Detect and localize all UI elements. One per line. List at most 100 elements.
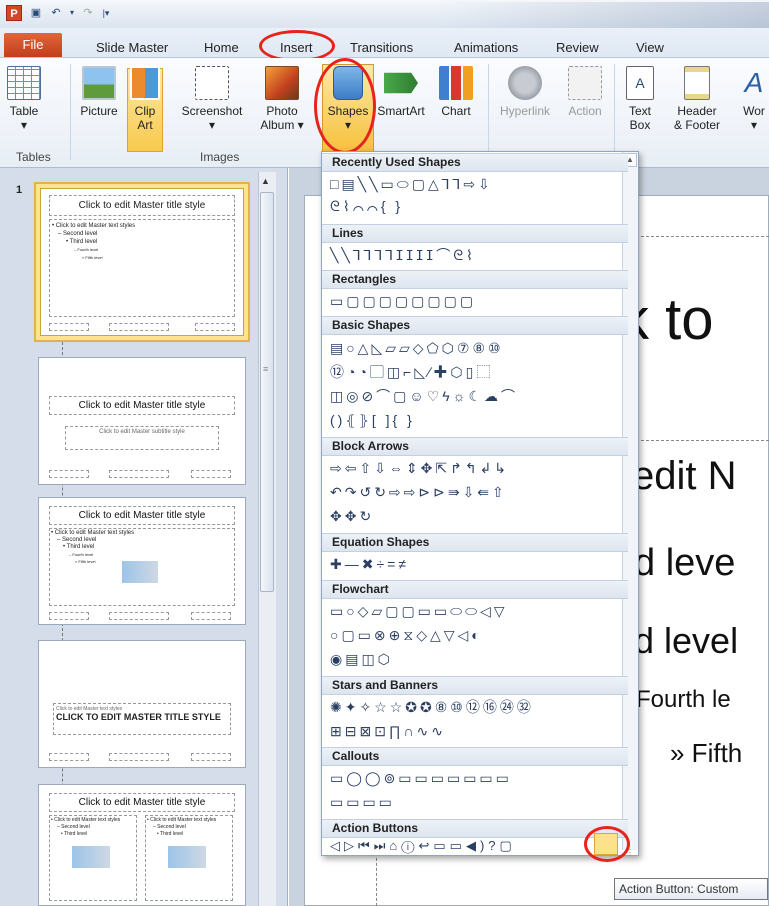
thumbnail-layout-content[interactable]: Click to edit Master title style • Click… [38,497,246,625]
shape-row-flowchart-3[interactable]: ◉▤◫⬡ [330,649,393,669]
shape-row-equation-1[interactable]: ✚—✖÷=≠ [330,554,409,574]
shape-row-arrows-3[interactable]: ✥✥↻ [330,506,374,526]
slide-body-level-3[interactable]: d level [634,620,738,662]
thumbnails-scroll-thumb[interactable] [260,192,274,592]
thumbnail-layout-two-content[interactable]: Click to edit Master title style • Click… [38,784,246,906]
section-equation-shapes: Equation Shapes [322,533,628,552]
content-placeholder-icons [122,561,158,583]
section-flowchart: Flowchart [322,580,628,599]
custom-highlight-circle [584,826,630,862]
tab-slide-master[interactable]: Slide Master [96,40,168,55]
shape-row-callouts-1[interactable]: ▭◯◯⊚▭▭▭▭▭▭▭ [330,768,512,788]
shape-row-action-buttons-1[interactable]: ◁▷⏮⏭⌂ⓘ↩▭▭◀)?▢ [330,836,516,856]
photo-album-label: Photo [266,104,298,118]
resize-grip-icon[interactable]: ⋮ [626,848,634,857]
thumbnail-layout-title[interactable]: Click to edit Master title style Click t… [38,357,246,485]
hyperlink-label: Hyperlink [499,104,550,118]
hyperlink-button[interactable]: Hyperlink [494,62,556,148]
header-footer-sub: & Footer [673,118,721,132]
thumb-level-1: • Click to edit Master text styles [51,530,135,536]
shape-row-basic-1[interactable]: ▤○△◺▱▱◇⬠⬡⑦⑧⑩ [330,338,504,358]
action-button[interactable]: Action [562,62,608,148]
group-label-images: Images [200,150,240,164]
smartart-button[interactable]: SmartArt [372,62,430,148]
tab-review[interactable]: Review [556,40,599,55]
slide-body-level-1[interactable]: edit N [632,454,737,499]
undo-icon[interactable]: ↶ [48,6,64,20]
thumb-level-1: • Click to edit Master text styles [147,817,217,823]
thumbnail-slide-master[interactable]: Click to edit Master title style • Click… [34,182,250,342]
thumb-level-3: • Third level [66,239,98,245]
thumb-right-content: • Click to edit Master text styles – Sec… [145,815,233,901]
action-icon [568,66,602,100]
action-label: Action [568,104,602,118]
customize-quick-access-icon[interactable]: |▾ [98,6,114,20]
scroll-up-arrow-icon[interactable]: ▲ [261,176,270,186]
photo-album-button[interactable]: Photo Album ▾ [254,62,310,148]
chart-button[interactable]: Chart [434,62,478,148]
shape-row-lines-1[interactable]: ╲╲⅂⅂⅂⅂ⵊⵊⵊⵊ⌒ᘓ⌇ [330,245,476,265]
tab-home[interactable]: Home [204,40,239,55]
save-icon[interactable]: ▣ [28,6,44,20]
picture-label: Picture [80,104,118,118]
text-box-label: Text [628,104,651,118]
shape-row-arrows-2[interactable]: ↶↷↺↻⇨⇨⊳⊳⇛⇩⇚⇧ [330,482,507,502]
section-rectangles: Rectangles [322,270,628,289]
wordart-icon: A [744,67,764,98]
table-button[interactable]: Table ▾ [6,62,42,148]
thumb-title: Click to edit Master title style [49,793,235,812]
thumb-level-4: – Fourth level [74,247,99,252]
clip-art-button[interactable]: Clip Art [127,62,163,148]
thumb-level-2: – Second level [153,824,186,830]
wordart-button[interactable]: A Wor ▾ [734,62,769,148]
text-box-icon: A [626,66,654,100]
shape-row-stars-1[interactable]: ✺✦✧☆☆✪✪⑧⑩⑫⑯㉔㉜ [330,697,534,717]
slide-body-level-2[interactable]: d leve [634,542,735,585]
shape-row-flowchart-1[interactable]: ▭○◇▱▢▢▭▭⬭⬭◁▽ [330,601,508,621]
shape-row-basic-4[interactable]: ()⦃⦄[ ]{ } [330,410,415,430]
wordart-sub: ▾ [750,118,758,132]
tab-file[interactable]: File [4,33,62,57]
shapes-highlight-circle [314,58,376,154]
header-footer-button[interactable]: Header & Footer [664,62,730,148]
shape-row-recent-2[interactable]: ᘓ⌇⌒⌒{ } [330,196,403,216]
tab-view[interactable]: View [636,40,664,55]
group-label-tables: Tables [16,150,51,164]
dropdown-arrow-icon[interactable]: ▾ [64,6,80,20]
thumb-title: CLICK TO EDIT MASTER TITLE STYLE [56,712,221,722]
photo-album-icon [265,66,299,100]
shape-row-recent-1[interactable]: □▤╲╲▭⬭▢△⅂⅂⇨⇩ [330,174,493,194]
section-stars-and-banners: Stars and Banners [322,676,628,695]
slide-body-level-4[interactable]: Fourth le [636,686,731,714]
chart-label: Chart [441,104,471,118]
redo-icon[interactable]: ↷ [80,6,96,20]
gallery-scrollbar[interactable] [622,152,638,850]
shape-row-callouts-2[interactable]: ▭▭▭▭ [330,792,395,812]
table-icon [7,66,41,100]
section-lines: Lines [322,224,628,243]
table-label: Table [9,104,39,118]
smartart-label: SmartArt [377,104,425,118]
shape-row-basic-3[interactable]: ◫◎⊘⌒▢☺♡ϟ☼☾☁⌒ [330,386,518,406]
shape-row-stars-2[interactable]: ⊞⊟⊠⊡∏∩∿∿ [330,721,446,741]
title-bar-gradient [440,2,769,28]
shape-row-rectangles-1[interactable]: ▭▢▢▢▢▢▢▢▢ [330,291,476,311]
shape-row-arrows-1[interactable]: ⇨⇦⇧⇩⇔⇕✥⇱↱↰↲↳ [330,458,509,478]
thumb-title: Click to edit Master title style [49,396,235,415]
picture-button[interactable]: Picture [76,62,122,148]
tab-transitions[interactable]: Transitions [350,40,413,55]
shape-row-basic-2[interactable]: ⑫◔◔▢◫⌐◺∕✚⬡▯⬚ [330,362,493,382]
thumb-body: • Click to edit Master text styles – Sec… [49,528,235,606]
thumbnail-layout-section[interactable]: Click to edit Master text styles CLICK T… [38,640,246,768]
tab-animations[interactable]: Animations [454,40,518,55]
thumb-level-2: – Second level [57,824,90,830]
powerpoint-logo-icon[interactable]: P [6,5,22,21]
thumb-level-3: • Third level [157,831,184,837]
slide-body-level-5[interactable]: » Fifth [670,738,742,769]
shape-row-flowchart-2[interactable]: ○▢▭⊗⊕⧖◇△▽◁◐ [330,625,483,645]
text-box-button[interactable]: A Text Box [620,62,660,148]
thumb-level-2: – Second level [57,537,97,543]
section-basic-shapes: Basic Shapes [322,316,628,335]
smartart-icon [384,72,418,94]
screenshot-button[interactable]: Screenshot ▾ [176,62,248,148]
